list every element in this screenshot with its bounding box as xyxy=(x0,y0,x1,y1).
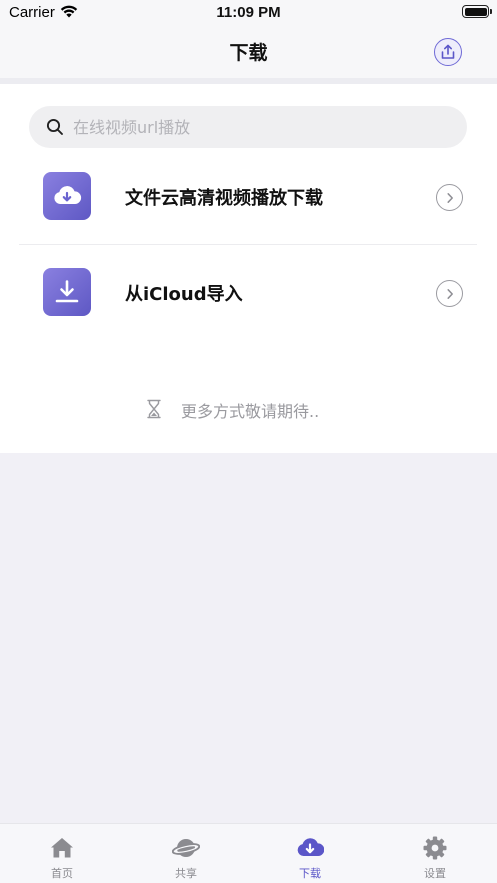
hourglass-icon xyxy=(147,399,161,419)
planet-icon xyxy=(172,839,200,857)
tab-download[interactable]: 下载 xyxy=(248,824,372,883)
tab-label: 设置 xyxy=(424,867,446,880)
search-bar[interactable] xyxy=(29,106,467,148)
tab-settings[interactable]: 设置 xyxy=(373,824,497,883)
download-options-card: 文件云高清视频播放下载 从iCloud导入 更多方式 xyxy=(0,84,497,453)
tab-label: 共享 xyxy=(175,867,197,880)
battery-icon xyxy=(462,5,492,18)
page-title: 下载 xyxy=(229,42,268,64)
list-item-label: 从iCloud导入 xyxy=(125,284,243,305)
row-icon-tile xyxy=(43,172,91,220)
download-tray-icon xyxy=(55,280,79,303)
chevron-right-icon xyxy=(436,184,463,211)
clock: 11:09 PM xyxy=(216,4,281,21)
cloud-download-icon xyxy=(54,186,82,204)
list-item-cloud-download[interactable]: 文件云高清视频播放下载 xyxy=(0,148,497,244)
list-item-icloud-import[interactable]: 从iCloud导入 xyxy=(0,244,497,340)
status-bar: Carrier 11:09 PM xyxy=(0,0,497,26)
navigation-bar: 下载 xyxy=(0,26,497,78)
more-methods-hint: 更多方式敬请期待.. xyxy=(0,396,497,424)
upload-icon xyxy=(441,44,455,59)
cloud-download-icon xyxy=(297,838,324,856)
upload-button[interactable] xyxy=(434,38,462,66)
tab-label: 首页 xyxy=(51,867,73,880)
tab-label: 下载 xyxy=(299,867,321,880)
tab-share[interactable]: 共享 xyxy=(124,824,248,883)
more-methods-text: 更多方式敬请期待.. xyxy=(181,402,320,421)
tab-bar: 首页 共享 下载 设置 xyxy=(0,823,497,883)
search-icon xyxy=(46,118,63,135)
chevron-right-icon xyxy=(436,280,463,307)
search-input[interactable] xyxy=(73,106,453,148)
list-item-label: 文件云高清视频播放下载 xyxy=(125,188,323,209)
home-icon xyxy=(51,838,73,858)
row-icon-tile xyxy=(43,268,91,316)
gear-icon xyxy=(423,836,447,860)
tab-home[interactable]: 首页 xyxy=(0,824,124,883)
